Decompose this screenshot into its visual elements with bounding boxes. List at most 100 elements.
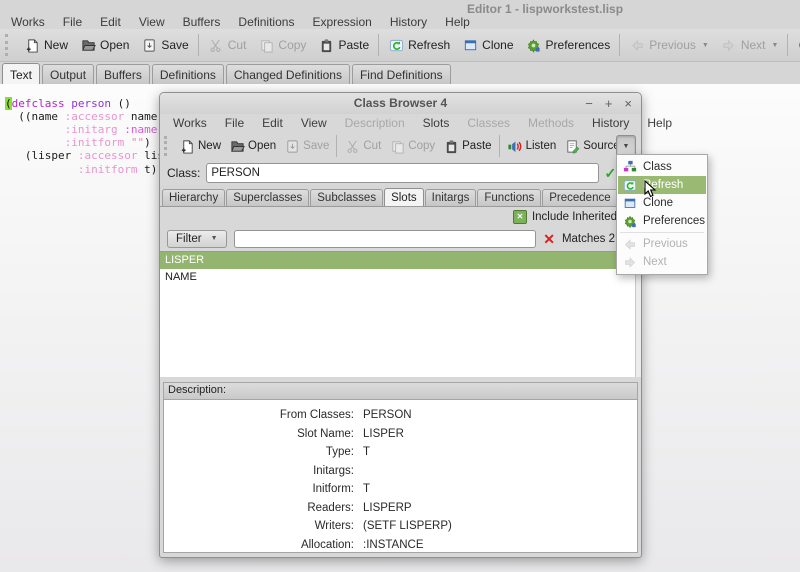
minimize-button[interactable]: − xyxy=(585,93,593,114)
editor-menu-works[interactable]: Works xyxy=(2,15,54,29)
paste-clipboard-icon xyxy=(318,37,334,53)
class-browser-menu-file[interactable]: File xyxy=(216,116,253,130)
toolbar-separator xyxy=(378,34,379,56)
class-browser-toolbar-listen-button[interactable]: Listen xyxy=(503,138,561,154)
dropdown-menu-item-clone[interactable]: Clone xyxy=(618,194,706,212)
editor-menu-file[interactable]: File xyxy=(54,15,91,29)
code-token xyxy=(124,136,131,149)
editor-toolbar-save-button[interactable]: Save xyxy=(135,37,194,53)
class-browser-tab-hierarchy[interactable]: Hierarchy xyxy=(162,189,225,206)
editor-menu-expression[interactable]: Expression xyxy=(303,15,380,29)
code-token: name xyxy=(124,110,157,123)
code-token: (lisper xyxy=(5,149,78,162)
editor-toolbar-new-button[interactable]: New xyxy=(18,37,74,53)
mouse-cursor xyxy=(640,180,657,204)
open-folder-icon xyxy=(229,138,245,154)
class-browser-menu-slots[interactable]: Slots xyxy=(414,116,459,130)
clear-filter-x-icon[interactable]: ✕ xyxy=(543,232,555,246)
include-inherited-checkbox[interactable]: ✕ xyxy=(513,210,527,224)
chevron-down-icon: ▼ xyxy=(211,235,218,242)
code-token: :initform xyxy=(78,163,138,176)
editor-tab-output[interactable]: Output xyxy=(42,64,94,85)
clone-window-icon xyxy=(623,196,637,210)
toolbar-dropdown-menu: ClassRefreshClonePreferencesPreviousNext xyxy=(616,154,708,275)
filter-row: Filter ▼ ✕ Matches 2 xyxy=(160,226,641,251)
toolbar-separator xyxy=(499,135,500,157)
editor-tab-text[interactable]: Text xyxy=(2,63,40,85)
class-browser-menu-classes: Classes xyxy=(458,116,519,130)
class-browser-menu-view[interactable]: View xyxy=(292,116,336,130)
dropdown-menu-item-class[interactable]: Class xyxy=(618,158,706,176)
editor-toolbar-previous-button: Previous▼ xyxy=(623,37,715,53)
class-browser-toolbar-paste-button[interactable]: Paste xyxy=(439,138,495,154)
slot-list-item-lisper[interactable]: LISPER xyxy=(160,252,641,269)
editor-tab-changed-definitions[interactable]: Changed Definitions xyxy=(226,64,350,85)
class-browser-toolbar-new-button[interactable]: New xyxy=(175,138,225,154)
code-token: defclass xyxy=(12,97,65,110)
class-browser-tab-subclasses[interactable]: Subclasses xyxy=(310,189,383,206)
source-icon xyxy=(564,138,580,154)
class-browser-titlebar[interactable]: Class Browser 4 −+ × xyxy=(160,93,641,114)
description-field-value: T xyxy=(363,483,370,495)
code-token: :initarg xyxy=(65,123,118,136)
class-browser-menu-history[interactable]: History xyxy=(583,116,638,130)
editor-tab-definitions[interactable]: Definitions xyxy=(152,64,224,85)
class-browser-tab-precedence[interactable]: Precedence xyxy=(542,189,617,206)
dropdown-menu-item-preferences[interactable]: Preferences xyxy=(618,212,706,230)
dropdown-menu-item-label: Preferences xyxy=(643,215,705,227)
class-browser-tab-slots[interactable]: Slots xyxy=(384,188,424,206)
confirm-check-icon[interactable]: ✓ xyxy=(605,166,617,180)
new-document-icon xyxy=(24,37,40,53)
class-browser-title: Class Browser 4 xyxy=(354,96,447,110)
editor-toolbar-cut-button: Cut xyxy=(202,37,253,53)
slots-list: LISPERNAME xyxy=(160,251,641,377)
close-button[interactable]: × xyxy=(624,93,632,114)
class-browser-toolbar-source-button[interactable]: Source xyxy=(560,138,616,154)
filter-button-label: Filter xyxy=(176,233,202,245)
editor-menu-view[interactable]: View xyxy=(130,15,174,29)
class-browser-menu-methods: Methods xyxy=(519,116,583,130)
editor-toolbar-preferences-button[interactable]: Preferences xyxy=(520,37,617,53)
paste-clipboard-icon xyxy=(443,138,459,154)
maximize-button[interactable]: + xyxy=(605,93,613,114)
class-browser-menu-works[interactable]: Works xyxy=(164,116,216,130)
copy-icon xyxy=(258,37,274,53)
class-browser-toolbar-save-label: Save xyxy=(303,140,329,152)
class-browser-tab-superclasses[interactable]: Superclasses xyxy=(226,189,309,206)
editor-menu-buffers[interactable]: Buffers xyxy=(174,15,230,29)
editor-toolbar-paste-button[interactable]: Paste xyxy=(312,37,375,53)
editor-toolbar-open-button[interactable]: Open xyxy=(74,37,135,53)
editor-menu-edit[interactable]: Edit xyxy=(91,15,130,29)
description-field-row: Initargs: xyxy=(164,462,637,481)
description-field-label: Readers: xyxy=(164,502,363,514)
editor-menu-history[interactable]: History xyxy=(381,15,436,29)
editor-toolbar-clone-button[interactable]: Clone xyxy=(456,37,519,53)
description-field-label: From Classes: xyxy=(164,409,363,421)
editor-tab-find-definitions[interactable]: Find Definitions xyxy=(352,64,451,85)
editor-toolbar-drag-handle[interactable] xyxy=(5,34,11,56)
class-browser-menu-help[interactable]: Help xyxy=(638,116,681,130)
class-browser-toolbar-drag-handle[interactable] xyxy=(164,136,170,156)
editor-tab-buffers[interactable]: Buffers xyxy=(96,64,150,85)
editor-menu-help[interactable]: Help xyxy=(436,15,479,29)
class-name-input[interactable] xyxy=(206,163,598,183)
class-browser-tab-functions[interactable]: Functions xyxy=(477,189,541,206)
class-browser-toolbar-open-button[interactable]: Open xyxy=(225,138,280,154)
arrow-right-icon xyxy=(623,255,637,269)
toolbar-separator xyxy=(336,135,337,157)
code-token: :name xyxy=(124,123,157,136)
editor-toolbar-copy-label: Copy xyxy=(278,38,306,52)
editor-toolbar-breakpoint-button[interactable]: Breakpoint xyxy=(791,37,800,53)
class-browser-tab-initargs[interactable]: Initargs xyxy=(425,189,477,206)
dropdown-menu-item-refresh[interactable]: Refresh xyxy=(618,176,706,194)
slot-list-item-name[interactable]: NAME xyxy=(160,269,641,286)
editor-titlebar[interactable]: Editor 1 - lispworkstest.lisp xyxy=(0,0,800,15)
menu-separator xyxy=(620,232,704,233)
editor-toolbar-refresh-button[interactable]: Refresh xyxy=(382,37,456,53)
code-token: :initform xyxy=(65,136,125,149)
filter-input[interactable] xyxy=(234,230,537,248)
editor-menu-definitions[interactable]: Definitions xyxy=(229,15,303,29)
filter-dropdown-button[interactable]: Filter ▼ xyxy=(167,230,227,248)
class-browser-menu-edit[interactable]: Edit xyxy=(253,116,292,130)
class-browser-menu-description: Description xyxy=(336,116,414,130)
